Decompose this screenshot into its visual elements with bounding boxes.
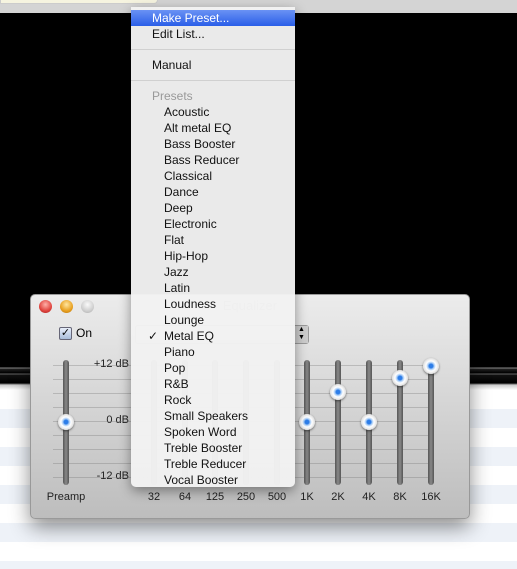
slider-track xyxy=(335,360,341,485)
preset-label: Small Speakers xyxy=(164,409,249,423)
menu-item-preset[interactable]: Deep xyxy=(131,200,295,216)
eq-slider[interactable] xyxy=(330,360,346,485)
menu-item-preset[interactable]: Bass Booster xyxy=(131,136,295,152)
preset-label: R&B xyxy=(164,377,189,391)
preset-label: Jazz xyxy=(164,265,189,279)
preset-label: Spoken Word xyxy=(164,425,237,439)
menu-separator xyxy=(131,80,295,81)
slider-thumb[interactable] xyxy=(361,414,377,430)
preset-label: Alt metal EQ xyxy=(164,121,232,135)
menu-item-preset[interactable]: Dance xyxy=(131,184,295,200)
preset-label: Treble Booster xyxy=(164,441,243,455)
preset-label: Rock xyxy=(164,393,192,407)
slider-thumb[interactable] xyxy=(58,414,74,430)
menu-item-preset[interactable]: ✓ Metal EQ xyxy=(131,328,295,344)
slider-thumb[interactable] xyxy=(330,383,346,400)
minimize-button[interactable] xyxy=(60,300,73,313)
menu-item-preset[interactable]: Rock xyxy=(131,392,295,408)
eq-slider[interactable] xyxy=(361,360,377,485)
menu-item-preset[interactable]: Piano xyxy=(131,344,295,360)
menu-item-preset[interactable]: Jazz xyxy=(131,264,295,280)
menu-item-manual[interactable]: Manual xyxy=(131,57,295,73)
slider-track xyxy=(428,360,434,485)
on-label: On xyxy=(76,326,93,340)
preset-label: Vocal Booster xyxy=(164,473,239,487)
close-button[interactable] xyxy=(39,300,52,313)
db-label-bottom: -12 dB xyxy=(96,470,129,482)
eq-slider[interactable] xyxy=(392,360,408,485)
menu-item-preset[interactable]: Hip-Hop xyxy=(131,248,295,264)
on-checkbox[interactable]: ✓ On xyxy=(59,326,92,340)
eq-slider[interactable] xyxy=(423,358,439,485)
menu-item-preset[interactable]: Small Speakers xyxy=(131,408,295,424)
preset-label: Flat xyxy=(164,233,185,247)
checkmark-icon: ✓ xyxy=(148,329,159,343)
preset-label: Lounge xyxy=(164,313,205,327)
checkmark-icon: ✓ xyxy=(59,326,72,340)
preset-label: Loudness xyxy=(164,297,217,311)
preset-label: Acoustic xyxy=(164,105,210,119)
preset-label: Hip-Hop xyxy=(164,249,209,263)
menu-item-preset[interactable]: Flat xyxy=(131,232,295,248)
menu-item-preset[interactable]: Latin xyxy=(131,280,295,296)
band-label: 16K xyxy=(421,491,441,503)
updown-arrows-icon: ▲ ▼ xyxy=(295,326,308,343)
menu-item-preset[interactable]: Acoustic xyxy=(131,104,295,120)
menu-item-preset[interactable]: Spoken Word xyxy=(131,424,295,440)
preset-label: Latin xyxy=(164,281,191,295)
menu-item-preset[interactable]: Treble Booster xyxy=(131,440,295,456)
menu-item-preset[interactable]: Pop xyxy=(131,360,295,376)
zoom-button[interactable] xyxy=(81,300,94,313)
preset-label: Classical xyxy=(164,169,213,183)
menu-item-preset[interactable]: R&B xyxy=(131,376,295,392)
slider-thumb[interactable] xyxy=(423,358,439,374)
preset-label: Metal EQ xyxy=(164,329,215,343)
preset-label: Dance xyxy=(164,185,199,199)
menu-item-preset[interactable]: Alt metal EQ xyxy=(131,120,295,136)
menu-header-presets: Presets xyxy=(152,89,193,103)
menu-item-preset[interactable]: Classical xyxy=(131,168,295,184)
preset-label: Bass Reducer xyxy=(164,153,240,167)
band-label: Preamp xyxy=(46,491,86,503)
eq-slider[interactable] xyxy=(299,360,315,485)
preset-label: Electronic xyxy=(164,217,217,231)
menu-item-preset[interactable]: Treble Reducer xyxy=(131,456,295,472)
menu-item-preset[interactable]: Vocal Booster xyxy=(131,472,295,488)
menu-item-preset[interactable]: Lounge xyxy=(131,312,295,328)
menu-item-preset[interactable]: Bass Reducer xyxy=(131,152,295,168)
preset-label: Treble Reducer xyxy=(164,457,247,471)
preset-label: Bass Booster xyxy=(164,137,236,151)
db-label-mid: 0 dB xyxy=(106,414,129,426)
eq-slider[interactable] xyxy=(58,360,74,485)
menu-item-make-preset[interactable]: Make Preset... xyxy=(131,10,295,26)
preset-label: Pop xyxy=(164,361,186,375)
menu-item-preset[interactable]: Electronic xyxy=(131,216,295,232)
db-label-top: +12 dB xyxy=(93,358,129,370)
background-field xyxy=(0,0,158,4)
menu-separator xyxy=(131,49,295,50)
slider-thumb[interactable] xyxy=(392,369,408,386)
preset-label: Deep xyxy=(164,201,193,215)
slider-thumb[interactable] xyxy=(299,414,315,430)
menu-item-edit-list[interactable]: Edit List... xyxy=(131,26,295,42)
menu-item-preset[interactable]: Loudness xyxy=(131,296,295,312)
preset-menu: Make Preset... Edit List... Manual Prese… xyxy=(131,7,295,487)
preset-label: Piano xyxy=(164,345,195,359)
